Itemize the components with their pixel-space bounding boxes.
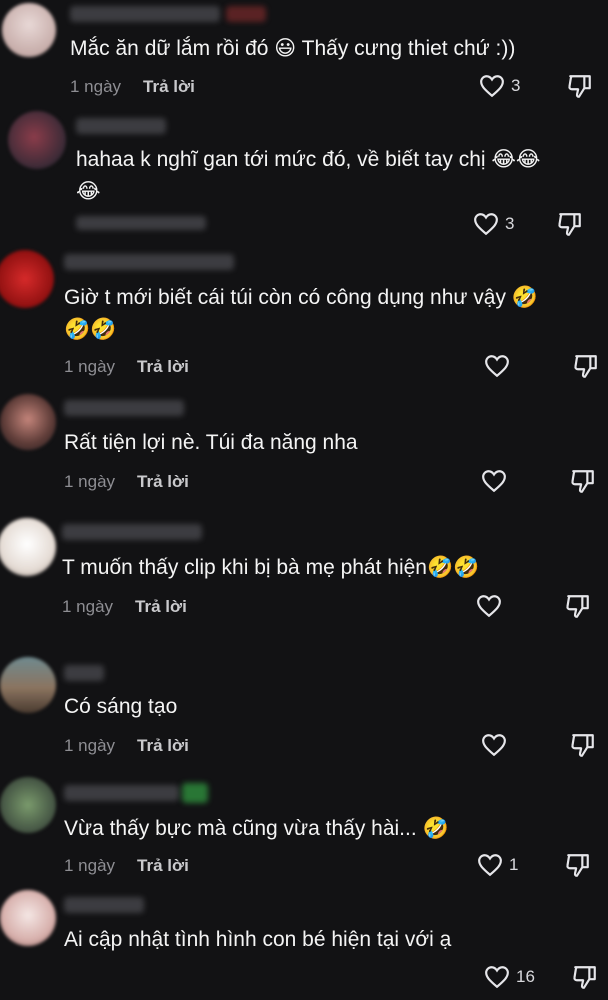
thumbs-down-icon	[573, 966, 596, 989]
like-count: 3	[505, 214, 515, 233]
username-blurred[interactable]	[64, 254, 234, 270]
like-count: 1	[509, 855, 519, 874]
like-button[interactable]: 16	[484, 965, 535, 989]
comment-time: 1 ngày	[64, 472, 116, 491]
dislike-button[interactable]	[565, 852, 591, 878]
dislike-button[interactable]	[570, 732, 596, 758]
heart-outline-icon	[480, 75, 504, 98]
avatar[interactable]	[0, 394, 56, 450]
like-count: 16	[516, 967, 535, 986]
reply-button[interactable]: Trả lời	[137, 472, 189, 491]
username-blurred[interactable]	[64, 665, 104, 681]
avatar[interactable]	[8, 111, 66, 169]
thumbs-down-icon	[566, 854, 589, 877]
comment-text: Có sáng tạo	[64, 695, 178, 718]
heart-outline-icon	[485, 355, 509, 378]
avatar[interactable]	[0, 657, 56, 713]
dislike-button[interactable]	[565, 593, 591, 619]
avatar[interactable]	[0, 777, 56, 833]
like-button[interactable]	[481, 469, 507, 493]
like-button[interactable]: 3	[479, 74, 520, 98]
heart-outline-icon	[482, 734, 506, 757]
reply-button[interactable]: Trả lời	[137, 357, 189, 376]
reply-button[interactable]: Trả lời	[137, 856, 189, 875]
thumbs-down-icon	[574, 355, 597, 378]
dislike-button[interactable]	[572, 964, 598, 990]
thumbs-down-icon	[566, 595, 589, 618]
like-button[interactable]	[476, 594, 502, 618]
comment-meta: 1 ngày Trả lời	[64, 472, 189, 492]
like-button[interactable]: 1	[477, 853, 518, 877]
username-blurred[interactable]	[70, 6, 220, 22]
comment-meta: 1 ngày Trả lời	[64, 856, 189, 876]
username-blurred[interactable]	[64, 400, 184, 416]
avatar[interactable]	[0, 250, 54, 308]
comment-text: Giờ t mới biết cái túi còn có công dụng …	[64, 286, 538, 341]
thumbs-down-icon	[558, 213, 581, 236]
comment-text: T muốn thấy clip khi bị bà mẹ phát hiện🤣…	[62, 556, 480, 579]
comment-meta: 1 ngày Trả lời	[62, 597, 187, 617]
username-blurred[interactable]	[64, 785, 179, 801]
like-button[interactable]	[481, 733, 507, 757]
comment-time: 1 ngày	[64, 856, 116, 875]
like-button[interactable]: 3	[473, 212, 514, 236]
dislike-button[interactable]	[557, 211, 583, 237]
heart-outline-icon	[485, 966, 509, 989]
dislike-button[interactable]	[567, 73, 593, 99]
comment-text: Mắc ăn dữ lắm rồi đó 😃 Thấy cưng thiet c…	[70, 37, 516, 60]
reply-button[interactable]: Trả lời	[137, 736, 189, 755]
like-count: 3	[511, 76, 521, 95]
avatar[interactable]	[0, 890, 56, 946]
heart-outline-icon	[477, 595, 501, 618]
comment-meta: 1 ngày Trả lời	[64, 357, 189, 377]
username-blurred[interactable]	[62, 524, 202, 540]
comment-time: 1 ngày	[64, 357, 116, 376]
comment-time: 1 ngày	[70, 77, 122, 96]
reply-button[interactable]: Trả lời	[143, 77, 195, 96]
avatar[interactable]	[2, 3, 56, 57]
comment-meta-blurred	[76, 216, 206, 230]
avatar[interactable]	[0, 518, 56, 576]
thumbs-down-icon	[571, 470, 594, 493]
comment-time: 1 ngày	[64, 736, 116, 755]
heart-outline-icon	[482, 470, 506, 493]
username-blurred[interactable]	[76, 118, 166, 134]
thumbs-down-icon	[568, 75, 591, 98]
reply-button[interactable]: Trả lời	[135, 597, 187, 616]
dislike-button[interactable]	[573, 353, 599, 379]
comment-text: Ai cập nhật tình hình con bé hiện tại vớ…	[64, 928, 452, 951]
comment-text: Vừa thấy bực mà cũng vừa thấy hài... 🤣	[64, 817, 449, 840]
thumbs-down-icon	[571, 734, 594, 757]
comment-time: 1 ngày	[62, 597, 114, 616]
username-badge-blurred	[226, 6, 266, 22]
comment-text: hahaa k nghĩ gan tới mức đó, về biết tay…	[76, 148, 541, 203]
heart-outline-icon	[474, 213, 498, 236]
comment-meta: 1 ngày Trả lời	[64, 736, 189, 756]
comment-meta: 1 ngày Trả lời	[70, 77, 195, 97]
like-button[interactable]	[484, 354, 510, 378]
username-badge-blurred	[182, 783, 208, 803]
heart-outline-icon	[478, 854, 502, 877]
comment-text: Rất tiện lợi nè. Túi đa năng nha	[64, 431, 358, 454]
dislike-button[interactable]	[570, 468, 596, 494]
username-blurred[interactable]	[64, 897, 144, 913]
